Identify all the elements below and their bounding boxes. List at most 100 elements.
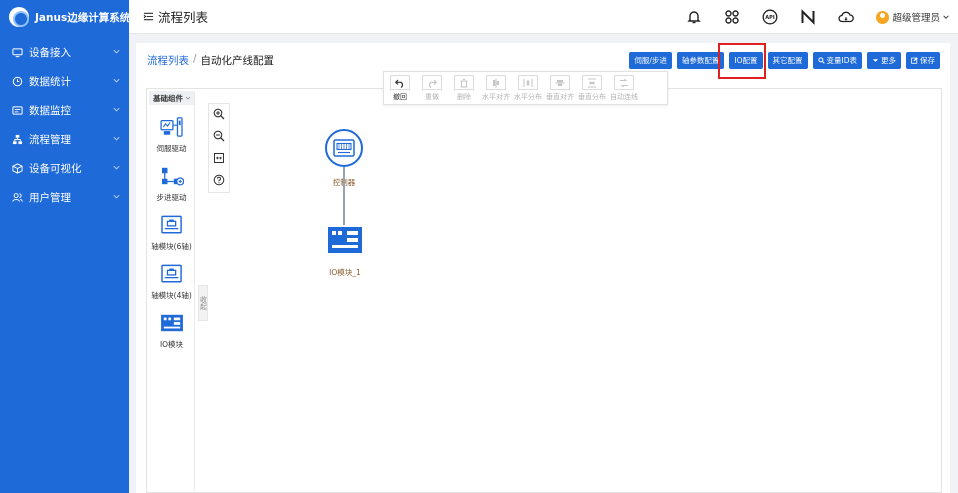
breadcrumb-parent[interactable]: 流程列表 xyxy=(147,53,189,68)
button-label: 保存 xyxy=(920,56,935,65)
servo-drive-icon xyxy=(159,117,184,137)
collapse-label: 收起 xyxy=(199,296,208,310)
zoom-controls xyxy=(208,103,230,193)
breadcrumb-current: 自动化产线配置 xyxy=(200,55,275,67)
chevron-down-icon xyxy=(113,107,120,112)
collapse-palette-button[interactable]: 收起 xyxy=(198,285,208,321)
distribute-vertical-label: 垂直分布 xyxy=(578,93,606,101)
align-vertical-icon xyxy=(550,75,570,90)
sidebar-item-label: 设备接入 xyxy=(29,47,71,59)
palette-item-label: IO模块 xyxy=(159,340,184,349)
search-icon xyxy=(817,57,825,64)
sidebar: Janus边缘计算系统 设备接入 数据统计 数据监控 流程管理 设备可视化 用户… xyxy=(0,0,131,493)
distribute-vertical-button[interactable]: 垂直分布 xyxy=(576,75,608,102)
node-connection-edge[interactable] xyxy=(343,167,345,225)
chevron-down-icon xyxy=(113,136,120,141)
avatar xyxy=(876,10,890,24)
redo-label: 重做 xyxy=(425,93,439,101)
palette-item-servo-drive[interactable]: 伺服驱动 xyxy=(149,117,194,154)
distribute-horizontal-icon xyxy=(518,75,538,90)
button-label: 变量ID表 xyxy=(826,56,858,65)
auto-connect-label: 自动连线 xyxy=(610,93,638,101)
zoom-in-icon[interactable] xyxy=(213,108,225,120)
undo-icon xyxy=(390,75,410,90)
other-config-button[interactable]: 其它配置 xyxy=(767,52,808,69)
api-icon[interactable]: API xyxy=(762,9,778,25)
zoom-out-icon[interactable] xyxy=(213,130,225,142)
sidebar-item-device-access[interactable]: 设备接入 xyxy=(0,38,129,67)
sidebar-item-label: 流程管理 xyxy=(29,134,71,146)
io-module-icon xyxy=(160,313,184,333)
apps-icon[interactable] xyxy=(724,9,740,25)
controller-icon xyxy=(333,139,355,157)
app-title: Janus边缘计算系统 xyxy=(35,11,131,24)
user-name: 超级管理员 xyxy=(892,13,940,24)
io-module-node-label: IO模块_1 xyxy=(329,268,361,277)
header-actions: API 超级管理员 xyxy=(686,0,958,34)
align-vertical-button[interactable]: 垂直对齐 xyxy=(544,75,576,102)
variable-id-table-button[interactable]: 变量ID表 xyxy=(812,52,862,69)
breadcrumb-separator: / xyxy=(193,53,197,65)
align-vertical-label: 垂直对齐 xyxy=(546,93,574,101)
palette-item-axis-module-4[interactable]: 轴模块(4轴) xyxy=(149,264,194,301)
chevron-down-icon xyxy=(113,194,120,199)
app-logo[interactable]: Janus边缘计算系统 xyxy=(0,0,131,34)
sidebar-item-label: 设备可视化 xyxy=(29,163,82,175)
button-label: IO配置 xyxy=(734,56,758,65)
undo-label: 撤回 xyxy=(393,93,407,101)
io-module-icon xyxy=(328,227,362,253)
redo-icon xyxy=(422,75,442,90)
top-header: 流程列表 API 超级管理员 xyxy=(129,0,958,34)
distribute-vertical-icon xyxy=(582,75,602,90)
chevron-down-icon xyxy=(113,165,120,170)
io-config-button[interactable]: IO配置 xyxy=(729,52,763,69)
axis-module-6-icon xyxy=(160,215,184,235)
align-horizontal-label: 水平对齐 xyxy=(482,93,510,101)
stepper-drive-icon xyxy=(160,166,184,186)
palette-item-io-module[interactable]: IO模块 xyxy=(149,313,194,350)
delete-icon xyxy=(454,75,474,90)
sidebar-item-flow-management[interactable]: 流程管理 xyxy=(0,125,129,154)
clock-icon xyxy=(12,76,23,87)
fit-view-icon[interactable] xyxy=(213,152,225,164)
axis-params-button[interactable]: 轴参数配置 xyxy=(676,52,725,69)
distribute-horizontal-label: 水平分布 xyxy=(514,93,542,101)
menu-toggle-icon[interactable] xyxy=(143,11,154,22)
palette-item-axis-module-6[interactable]: 轴模块(6轴) xyxy=(149,215,194,252)
caret-down-icon xyxy=(872,59,879,62)
undo-button[interactable]: 撤回 xyxy=(384,75,416,102)
delete-button[interactable]: 删除 xyxy=(448,75,480,102)
sidebar-item-user-management[interactable]: 用户管理 xyxy=(0,183,129,212)
help-icon[interactable] xyxy=(213,174,225,186)
delete-label: 删除 xyxy=(457,93,471,101)
palette-item-label: 步进驱动 xyxy=(156,193,187,202)
more-button[interactable]: 更多 xyxy=(867,52,901,69)
palette-item-stepper-drive[interactable]: 步进驱动 xyxy=(149,166,194,203)
logo-icon xyxy=(9,7,29,27)
flow-canvas[interactable]: 基础组件 伺服驱动 步进驱动 轴模块(6轴) 轴模块(4轴) IO模块 收起 I… xyxy=(146,88,942,493)
edit-icon xyxy=(911,57,918,64)
sidebar-item-statistics[interactable]: 数据统计 xyxy=(0,67,129,96)
signal-icon[interactable] xyxy=(800,9,816,25)
sidebar-item-label: 数据监控 xyxy=(29,105,71,117)
bell-icon[interactable] xyxy=(686,9,702,25)
sidebar-item-device-visualization[interactable]: 设备可视化 xyxy=(0,154,129,183)
component-palette: 基础组件 伺服驱动 步进驱动 轴模块(6轴) 轴模块(4轴) IO模块 xyxy=(149,91,195,493)
auto-connect-button[interactable]: 自动连线 xyxy=(608,75,640,102)
save-button[interactable]: 保存 xyxy=(906,52,940,69)
palette-header[interactable]: 基础组件 xyxy=(149,91,194,105)
chevron-down-icon xyxy=(113,78,120,83)
sidebar-item-monitoring[interactable]: 数据监控 xyxy=(0,96,129,125)
servo-stepper-button[interactable]: 伺服/步进 xyxy=(629,52,672,69)
redo-button[interactable]: 重做 xyxy=(416,75,448,102)
distribute-horizontal-button[interactable]: 水平分布 xyxy=(512,75,544,102)
align-horizontal-button[interactable]: 水平对齐 xyxy=(480,75,512,102)
user-menu[interactable]: 超级管理员 xyxy=(876,10,950,24)
controller-node[interactable] xyxy=(325,129,363,167)
button-label: 伺服/步进 xyxy=(634,56,667,65)
chevron-down-icon xyxy=(943,15,949,19)
action-toolbar: 伺服/步进 轴参数配置 IO配置 其它配置 变量ID表 更多 保存 xyxy=(624,52,940,69)
palette-item-label: 轴模块(4轴) xyxy=(151,291,192,300)
cloud-icon[interactable] xyxy=(838,9,855,25)
io-module-node[interactable] xyxy=(328,227,362,253)
